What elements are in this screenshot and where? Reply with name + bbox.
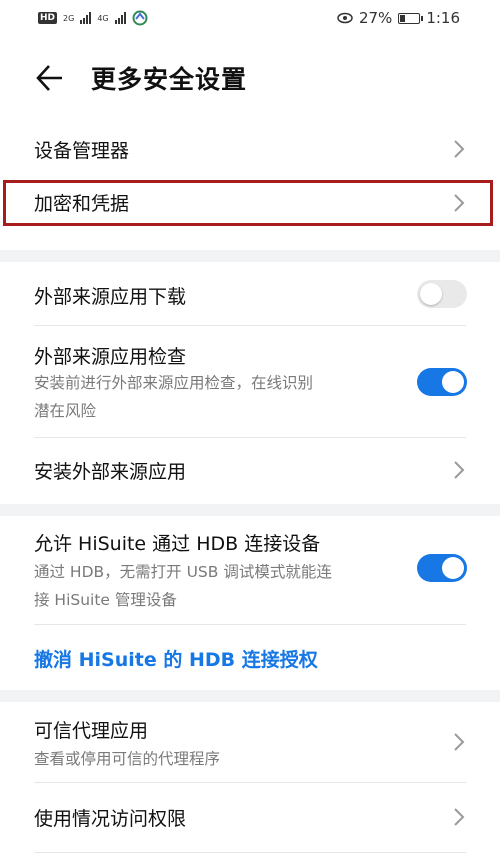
usage-access-item[interactable]: 使用情况访问权限 xyxy=(0,783,500,851)
hisuite-hdb-toggle[interactable] xyxy=(417,554,467,582)
chevron-right-icon xyxy=(454,140,465,158)
chevron-right-icon xyxy=(454,461,465,479)
battery-icon xyxy=(398,12,424,24)
section-gap xyxy=(0,504,500,516)
battery-percent: 27% xyxy=(358,9,393,27)
network-4g-label: 4G xyxy=(97,13,109,23)
eye-icon xyxy=(337,12,353,24)
status-bar: HD 2G 4G 27% 1:16 xyxy=(0,0,500,38)
chevron-right-icon xyxy=(454,733,465,751)
page-header: 更多安全设置 xyxy=(0,56,500,100)
section-gap xyxy=(0,690,500,702)
toggle-knob xyxy=(420,283,442,305)
chevron-right-icon xyxy=(454,808,465,826)
usage-access-label: 使用情况访问权限 xyxy=(34,808,187,830)
device-manager-label: 设备管理器 xyxy=(34,140,130,162)
revoke-hisuite-auth-item[interactable]: 撤消 HiSuite 的 HDB 连接授权 xyxy=(0,625,500,687)
hisuite-hdb-desc-line2: 接 HiSuite 管理设备 xyxy=(34,591,177,609)
highlight-box xyxy=(3,180,493,226)
hisuite-hdb-item[interactable]: 允许 HiSuite 通过 HDB 连接设备 通过 HDB，无需打开 USB 调… xyxy=(0,516,500,624)
app-notification-icon xyxy=(132,10,148,26)
external-source-download-item[interactable]: 外部来源应用下载 xyxy=(0,266,500,324)
external-source-check-item[interactable]: 外部来源应用检查 安装前进行外部来源应用检查，在线识别 潜在风险 xyxy=(0,326,500,436)
signal-icon xyxy=(114,12,126,24)
revoke-hisuite-auth-link[interactable]: 撤消 HiSuite 的 HDB 连接授权 xyxy=(34,645,318,672)
network-2g-label: 2G xyxy=(63,13,75,23)
hisuite-hdb-label: 允许 HiSuite 通过 HDB 连接设备 xyxy=(34,533,321,555)
device-manager-item[interactable]: 设备管理器 xyxy=(0,124,500,176)
external-source-check-desc-line1: 安装前进行外部来源应用检查，在线识别 xyxy=(34,374,314,392)
status-right: 27% 1:16 xyxy=(337,9,460,27)
trust-agent-desc: 查看或停用可信的代理程序 xyxy=(34,750,221,768)
hd-badge: HD xyxy=(38,12,58,24)
install-external-source-label: 安装外部来源应用 xyxy=(34,461,187,483)
toggle-knob xyxy=(442,557,464,579)
back-arrow-icon[interactable] xyxy=(34,60,66,96)
trust-agent-item[interactable]: 可信代理应用 查看或停用可信的代理程序 xyxy=(0,702,500,782)
toggle-knob xyxy=(442,371,464,393)
divider xyxy=(34,852,466,853)
external-source-check-desc-line2: 潜在风险 xyxy=(34,402,97,420)
section-gap xyxy=(0,250,500,262)
page-title: 更多安全设置 xyxy=(91,65,248,94)
external-source-check-label: 外部来源应用检查 xyxy=(34,346,187,368)
status-left: HD 2G 4G xyxy=(38,10,148,26)
external-source-check-toggle[interactable] xyxy=(417,368,467,396)
external-source-download-toggle[interactable] xyxy=(417,280,467,308)
install-external-source-item[interactable]: 安装外部来源应用 xyxy=(0,438,500,500)
trust-agent-label: 可信代理应用 xyxy=(34,720,149,742)
clock: 1:16 xyxy=(426,9,460,27)
hisuite-hdb-desc-line1: 通过 HDB，无需打开 USB 调试模式就能连 xyxy=(34,563,332,581)
signal-icon xyxy=(80,12,92,24)
battery-fill xyxy=(400,14,406,22)
external-source-download-label: 外部来源应用下载 xyxy=(34,286,187,308)
